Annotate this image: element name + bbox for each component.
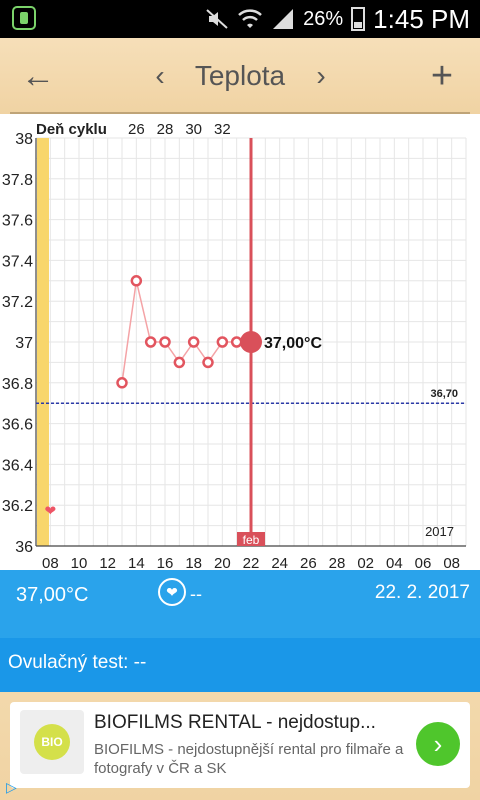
y-tick-label: 38 [15,131,33,148]
x-tick-label: 18 [185,555,202,570]
prev-chevron-icon[interactable]: ‹ [145,38,175,114]
back-arrow-icon[interactable]: ← [14,38,62,114]
x-tick-label: 16 [157,555,174,570]
add-button[interactable]: + [420,38,464,114]
year-label: 2017 [425,524,454,539]
app-notification-icon [12,6,36,30]
info-bar: 37,00°C ❤ -- 22. 2. 2017 [0,570,480,638]
y-tick-label: 36 [15,539,33,556]
data-point [173,356,186,369]
fertile-bar [37,138,49,546]
selected-data-point [240,331,262,353]
toolbar: ← ‹ Teplota › + [0,38,480,114]
y-tick-label: 37.4 [2,253,33,270]
x-tick-label: 08 [42,555,59,570]
ad-banner: BIO BIOFILMS RENTAL - nejdostup... BIOFI… [0,692,480,800]
status-bar: 26% 1:45 PM [0,0,480,38]
status-icons: 26% 1:45 PM [205,0,470,38]
x-tick-label: 08 [443,555,460,570]
y-tick-label: 37.8 [2,172,33,189]
cycle-day-tick: 32 [214,121,231,138]
x-tick-label: 12 [99,555,116,570]
data-point [202,356,214,369]
x-tick-label: 20 [214,555,231,570]
ad-open-arrow-icon[interactable]: › [416,722,460,766]
next-chevron-icon[interactable]: › [306,38,336,114]
x-tick-label: 06 [415,555,432,570]
wifi-icon [238,9,262,28]
ad-headline[interactable]: BIOFILMS RENTAL - nejdostup... [94,712,410,734]
data-point [187,336,200,348]
y-tick-label: 37.2 [2,294,33,311]
y-tick-label: 36.4 [2,457,33,474]
y-tick-label: 36.6 [2,417,33,434]
y-tick-label: 36.8 [2,376,33,393]
y-tick-label: 36.2 [2,498,33,515]
x-tick-label: 02 [357,555,374,570]
ad-logo: BIO [20,710,84,774]
ad-card[interactable]: BIO BIOFILMS RENTAL - nejdostup... BIOFI… [10,702,470,788]
y-tick-label: 37.6 [2,213,33,230]
selected-value-label: 37,00°C [264,335,322,352]
selected-date: 22. 2. 2017 [374,582,470,603]
mute-icon [206,9,228,29]
temperature-chart[interactable]: 38 37.8 37.6 37.4 37.2 37 36.8 36.6 36.4 36.2 36 08… [0,114,480,572]
x-tick-label: 10 [71,555,88,570]
baseline-label: 36,70 [430,388,458,400]
x-tick-label: 14 [128,555,145,570]
ad-logo-circle: BIO [34,724,70,760]
cycle-day-label: Deň cyklu [36,121,107,138]
month-label: feb [243,533,260,547]
data-point [216,336,229,348]
x-tick-label: 28 [329,555,346,570]
heart-icon[interactable]: ❤ [158,578,186,606]
cycle-day-tick: 30 [185,121,202,138]
x-tick-label: 24 [271,555,288,570]
data-point [130,275,143,287]
chart-svg[interactable]: 38 37.8 37.6 37.4 37.2 37 36.8 36.6 36.4 36.2 36 08… [0,114,480,572]
page-title: Teplota [194,60,286,91]
data-point [116,377,128,389]
x-tick-label: 04 [386,555,403,570]
heart-marker-icon: ❤ [44,503,56,519]
data-point [230,336,243,348]
clock: 1:45 PM [373,3,470,34]
data-point [144,336,157,348]
current-temperature: 37,00°C [16,584,89,606]
ovulation-test-label: Ovulačný test: -- [8,652,147,673]
cycle-day-tick: 26 [128,121,145,138]
x-tick-label: 26 [300,555,317,570]
signal-icon [273,9,294,29]
cycle-day-tick: 28 [157,121,174,138]
adchoices-icon[interactable]: ▷ [6,779,17,796]
heart-value: -- [190,584,202,604]
x-tick-label: 22 [243,555,260,570]
battery-icon [351,7,366,31]
ad-logo-text: BIO [41,735,63,749]
battery-percent: 26% [303,7,344,30]
ad-description: BIOFILMS - nejdostupnější rental pro fil… [94,741,404,777]
ovulation-bar[interactable]: Ovulačný test: -- [0,638,480,692]
data-point [159,336,171,348]
y-tick-label: 37 [15,335,33,352]
